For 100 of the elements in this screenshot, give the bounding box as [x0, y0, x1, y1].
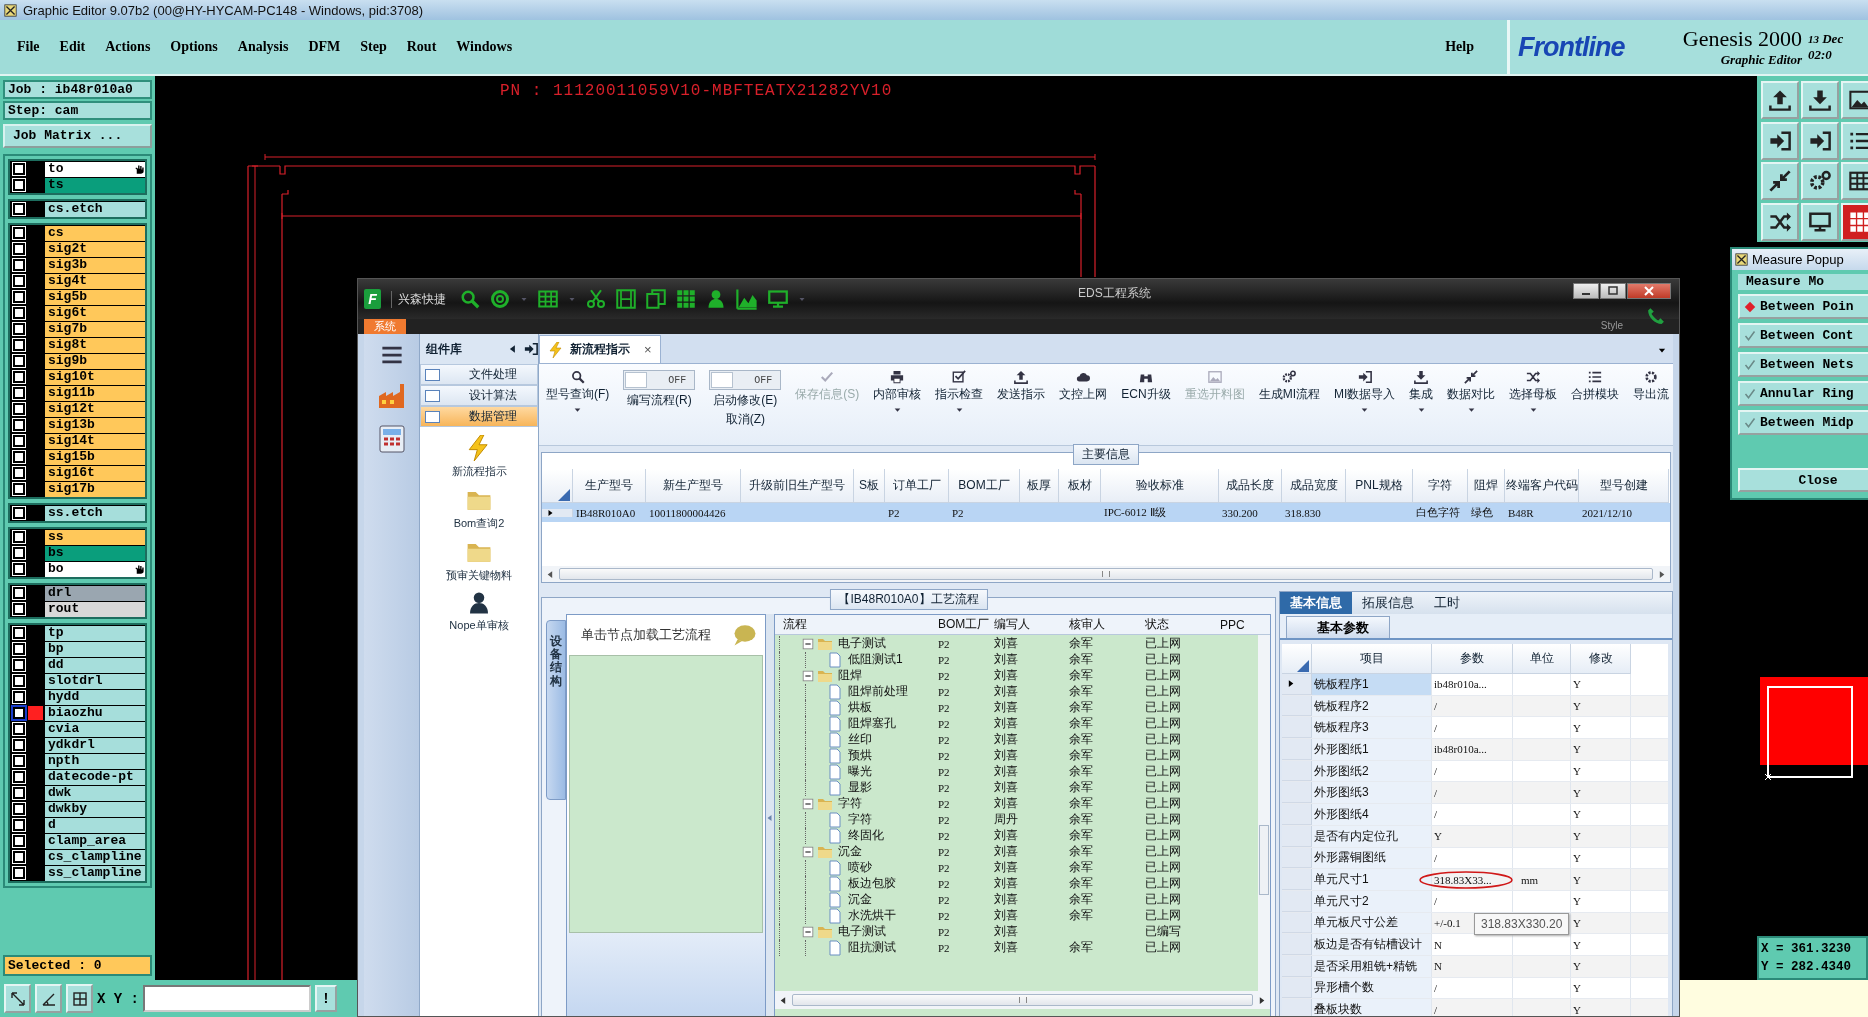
column-header[interactable]: 字符	[1413, 469, 1468, 503]
tool-button[interactable]	[1841, 162, 1868, 200]
layer-checkbox[interactable]	[13, 339, 25, 351]
table-row[interactable]: 外形图纸1 ib48r010a... Y	[1282, 739, 1668, 761]
menu-item[interactable]: Options	[161, 39, 227, 55]
layer-checkbox[interactable]	[13, 323, 25, 335]
layer-name[interactable]: sig12t	[45, 401, 145, 417]
layer-name[interactable]: sig11b	[45, 385, 145, 401]
layer-name[interactable]: slotdrl	[45, 673, 145, 689]
tool-button[interactable]	[1801, 202, 1839, 241]
tool-button[interactable]	[1761, 81, 1799, 119]
layer-checkbox[interactable]	[13, 707, 25, 719]
layer-checkbox[interactable]	[13, 563, 25, 575]
apply-button[interactable]: !	[315, 985, 337, 1012]
toolbar-button[interactable]: 合拼模块	[1564, 370, 1627, 403]
tool-button[interactable]	[1801, 121, 1839, 160]
layer-name[interactable]: bo	[45, 561, 145, 577]
column-header[interactable]: 订单工厂	[885, 469, 949, 503]
tree-node[interactable]: 终固化	[845, 827, 884, 844]
column-header[interactable]: BOM工厂	[949, 469, 1020, 503]
layer-name[interactable]: to	[45, 161, 145, 177]
layer-checkbox[interactable]	[13, 227, 25, 239]
toolbar-button[interactable]: 生成MI流程	[1251, 370, 1327, 403]
minimize-button[interactable]	[1573, 283, 1599, 299]
subtab[interactable]: 基本参数	[1286, 616, 1390, 638]
tree-node[interactable]: 喷砂	[845, 859, 872, 876]
column-header[interactable]: 终端客户代码	[1505, 469, 1579, 503]
toggle-switch[interactable]: OFF	[709, 370, 782, 390]
affected-layer-swatch[interactable]	[28, 706, 43, 720]
table-row[interactable]: 铣板程序1 ib48r010a... Y	[1282, 674, 1668, 696]
layer-checkbox[interactable]	[13, 819, 25, 831]
menu-item[interactable]: Help	[1436, 39, 1483, 55]
layer-checkbox[interactable]	[13, 291, 25, 303]
layer-checkbox[interactable]	[13, 483, 25, 495]
layer-checkbox[interactable]	[13, 507, 25, 519]
table-row[interactable]: 铣板程序3 / Y	[1282, 717, 1668, 740]
layer-checkbox[interactable]	[13, 203, 25, 215]
toggle-button[interactable]: OFF 启动修改(E) 取消(Z)	[702, 370, 789, 428]
layer-checkbox[interactable]	[13, 587, 25, 599]
layer-name[interactable]: sig2t	[45, 241, 145, 257]
layer-name[interactable]: cs_clampline	[45, 849, 145, 865]
layer-name[interactable]: ts	[45, 177, 145, 193]
column-header[interactable]: 阻焊	[1468, 469, 1505, 503]
layer-name[interactable]: sig17b	[45, 481, 145, 497]
toolbar-button[interactable]: 集成	[1402, 370, 1441, 414]
layer-name[interactable]: clamp_area	[45, 833, 145, 849]
tool-button[interactable]	[1761, 121, 1799, 160]
column-header[interactable]: PNL规格	[1346, 469, 1413, 503]
layer-name[interactable]: sig15b	[45, 449, 145, 465]
layer-checkbox[interactable]	[13, 307, 25, 319]
tool-button[interactable]	[1801, 81, 1839, 119]
tree-node[interactable]: 字符	[845, 811, 872, 828]
layer-name[interactable]: sig5b	[45, 289, 145, 305]
tree-node[interactable]: 丝印	[845, 731, 872, 748]
layer-name[interactable]: dwk	[45, 785, 145, 801]
layer-checkbox[interactable]	[13, 467, 25, 479]
menu-item[interactable]: Edit	[50, 39, 95, 55]
column-header[interactable]: 成品长度	[1219, 469, 1282, 503]
tab[interactable]: 基本信息	[1280, 592, 1352, 614]
layer-name[interactable]: tp	[45, 625, 145, 641]
sidebar-item[interactable]: 文件处理	[420, 364, 538, 385]
tree-node[interactable]: 显影	[845, 779, 872, 796]
layer-name[interactable]: rout	[45, 601, 145, 617]
menu-item[interactable]: Step	[351, 39, 396, 55]
menu-item[interactable]: Rout	[397, 39, 446, 55]
column-header[interactable]: 状态	[1137, 616, 1212, 633]
layer-name[interactable]: sig10t	[45, 369, 145, 385]
tree-node[interactable]: 预烘	[845, 747, 872, 764]
layer-name[interactable]: drl	[45, 585, 145, 601]
toolbar-button[interactable]: 文控上网	[1052, 370, 1115, 403]
sidebar-item[interactable]: 设计算法	[420, 385, 538, 406]
layer-checkbox[interactable]	[13, 627, 25, 639]
tool-button[interactable]	[1761, 162, 1799, 200]
layer-checkbox[interactable]	[13, 851, 25, 863]
scrollbar-thumb[interactable]	[559, 568, 1653, 580]
menu-item[interactable]: DFM	[299, 39, 350, 55]
toolbar-button[interactable]: 选择母板	[1502, 370, 1565, 414]
tree-node[interactable]: 阻焊	[835, 667, 862, 684]
layer-checkbox[interactable]	[13, 771, 25, 783]
measure-option[interactable]: Between Midp	[1738, 410, 1868, 435]
layer-name[interactable]: hydd	[45, 689, 145, 705]
tree-node[interactable]: 字符	[835, 795, 862, 812]
layer-name[interactable]: cs.etch	[45, 201, 145, 217]
layer-checkbox[interactable]	[13, 163, 25, 175]
toolbar-button[interactable]: ECN升级	[1114, 370, 1178, 403]
close-button[interactable]: Close	[1738, 468, 1868, 492]
layer-name[interactable]: bp	[45, 641, 145, 657]
layer-checkbox[interactable]	[13, 659, 25, 671]
layer-checkbox[interactable]	[13, 547, 25, 559]
table-row[interactable]: 外形图纸4 / Y	[1282, 804, 1668, 826]
layer-checkbox[interactable]	[13, 275, 25, 287]
row-header[interactable]	[1282, 674, 1312, 695]
layer-name[interactable]: npth	[45, 753, 145, 769]
layer-checkbox[interactable]	[13, 835, 25, 847]
toggle-switch[interactable]: OFF	[623, 370, 696, 390]
layer-checkbox[interactable]	[13, 371, 25, 383]
layer-name[interactable]: cs	[45, 225, 145, 241]
layer-checkbox[interactable]	[13, 355, 25, 367]
layer-name[interactable]: biaozhu	[45, 705, 145, 721]
side-tab[interactable]: 设备结构	[546, 620, 566, 800]
